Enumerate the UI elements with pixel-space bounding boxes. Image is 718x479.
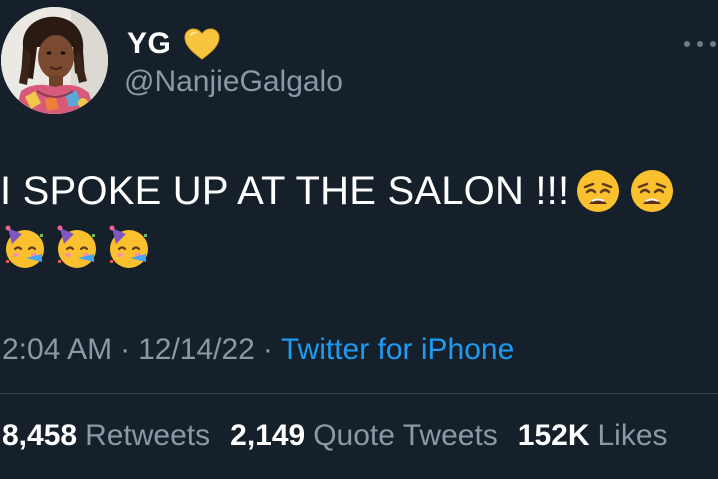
divider xyxy=(0,393,718,394)
engagement-stats: 8,458 Retweets 2,149 Quote Tweets 152K Like… xyxy=(2,418,668,454)
display-name[interactable]: YG xyxy=(127,29,171,59)
avatar[interactable] xyxy=(1,7,108,114)
tweet-meta: 2:04 AM · 12/14/22 · Twitter for iPhone xyxy=(2,332,514,368)
weary-face-icon xyxy=(577,170,620,212)
retweets-stat[interactable]: 8,458 Retweets xyxy=(2,418,210,454)
quote-tweets-count: 2,149 xyxy=(230,419,306,452)
tweet-time[interactable]: 2:04 AM xyxy=(2,333,112,366)
partying-face-icon xyxy=(109,225,148,268)
meta-separator: · xyxy=(120,333,131,366)
tweet-body: I SPOKE UP AT THE SALON !!! xyxy=(0,169,570,213)
tweet-text-line: I SPOKE UP AT THE SALON !!! xyxy=(0,163,718,219)
tweet-emoji-line xyxy=(0,219,718,275)
retweets-count: 8,458 xyxy=(2,419,78,452)
quote-tweets-label: Quote Tweets xyxy=(313,419,498,452)
dot-icon xyxy=(684,41,690,47)
likes-stat[interactable]: 152K Likes xyxy=(518,418,668,454)
retweets-label: Retweets xyxy=(85,419,211,452)
tweet-source-link[interactable]: Twitter for iPhone xyxy=(281,333,514,366)
partying-face-icon xyxy=(57,225,96,268)
tweet-date[interactable]: 12/14/22 xyxy=(138,333,255,366)
weary-face-icon xyxy=(631,170,674,212)
dot-icon xyxy=(697,41,703,47)
likes-label: Likes xyxy=(597,419,668,452)
tweet-detail: YG @NanjieGalgalo I SPOKE UP AT THE SALO… xyxy=(0,0,718,479)
author-name-row[interactable]: YG xyxy=(127,22,221,66)
author-handle[interactable]: @NanjieGalgalo xyxy=(124,64,343,100)
quote-tweets-stat[interactable]: 2,149 Quote Tweets xyxy=(230,418,498,454)
more-options-button[interactable] xyxy=(684,34,716,54)
partying-face-icon xyxy=(5,225,44,268)
yellow-heart-icon xyxy=(184,28,220,60)
tweet-text: I SPOKE UP AT THE SALON !!! xyxy=(0,163,718,275)
likes-count: 152K xyxy=(517,419,590,452)
dot-icon xyxy=(710,41,716,47)
meta-separator: · xyxy=(262,333,273,366)
